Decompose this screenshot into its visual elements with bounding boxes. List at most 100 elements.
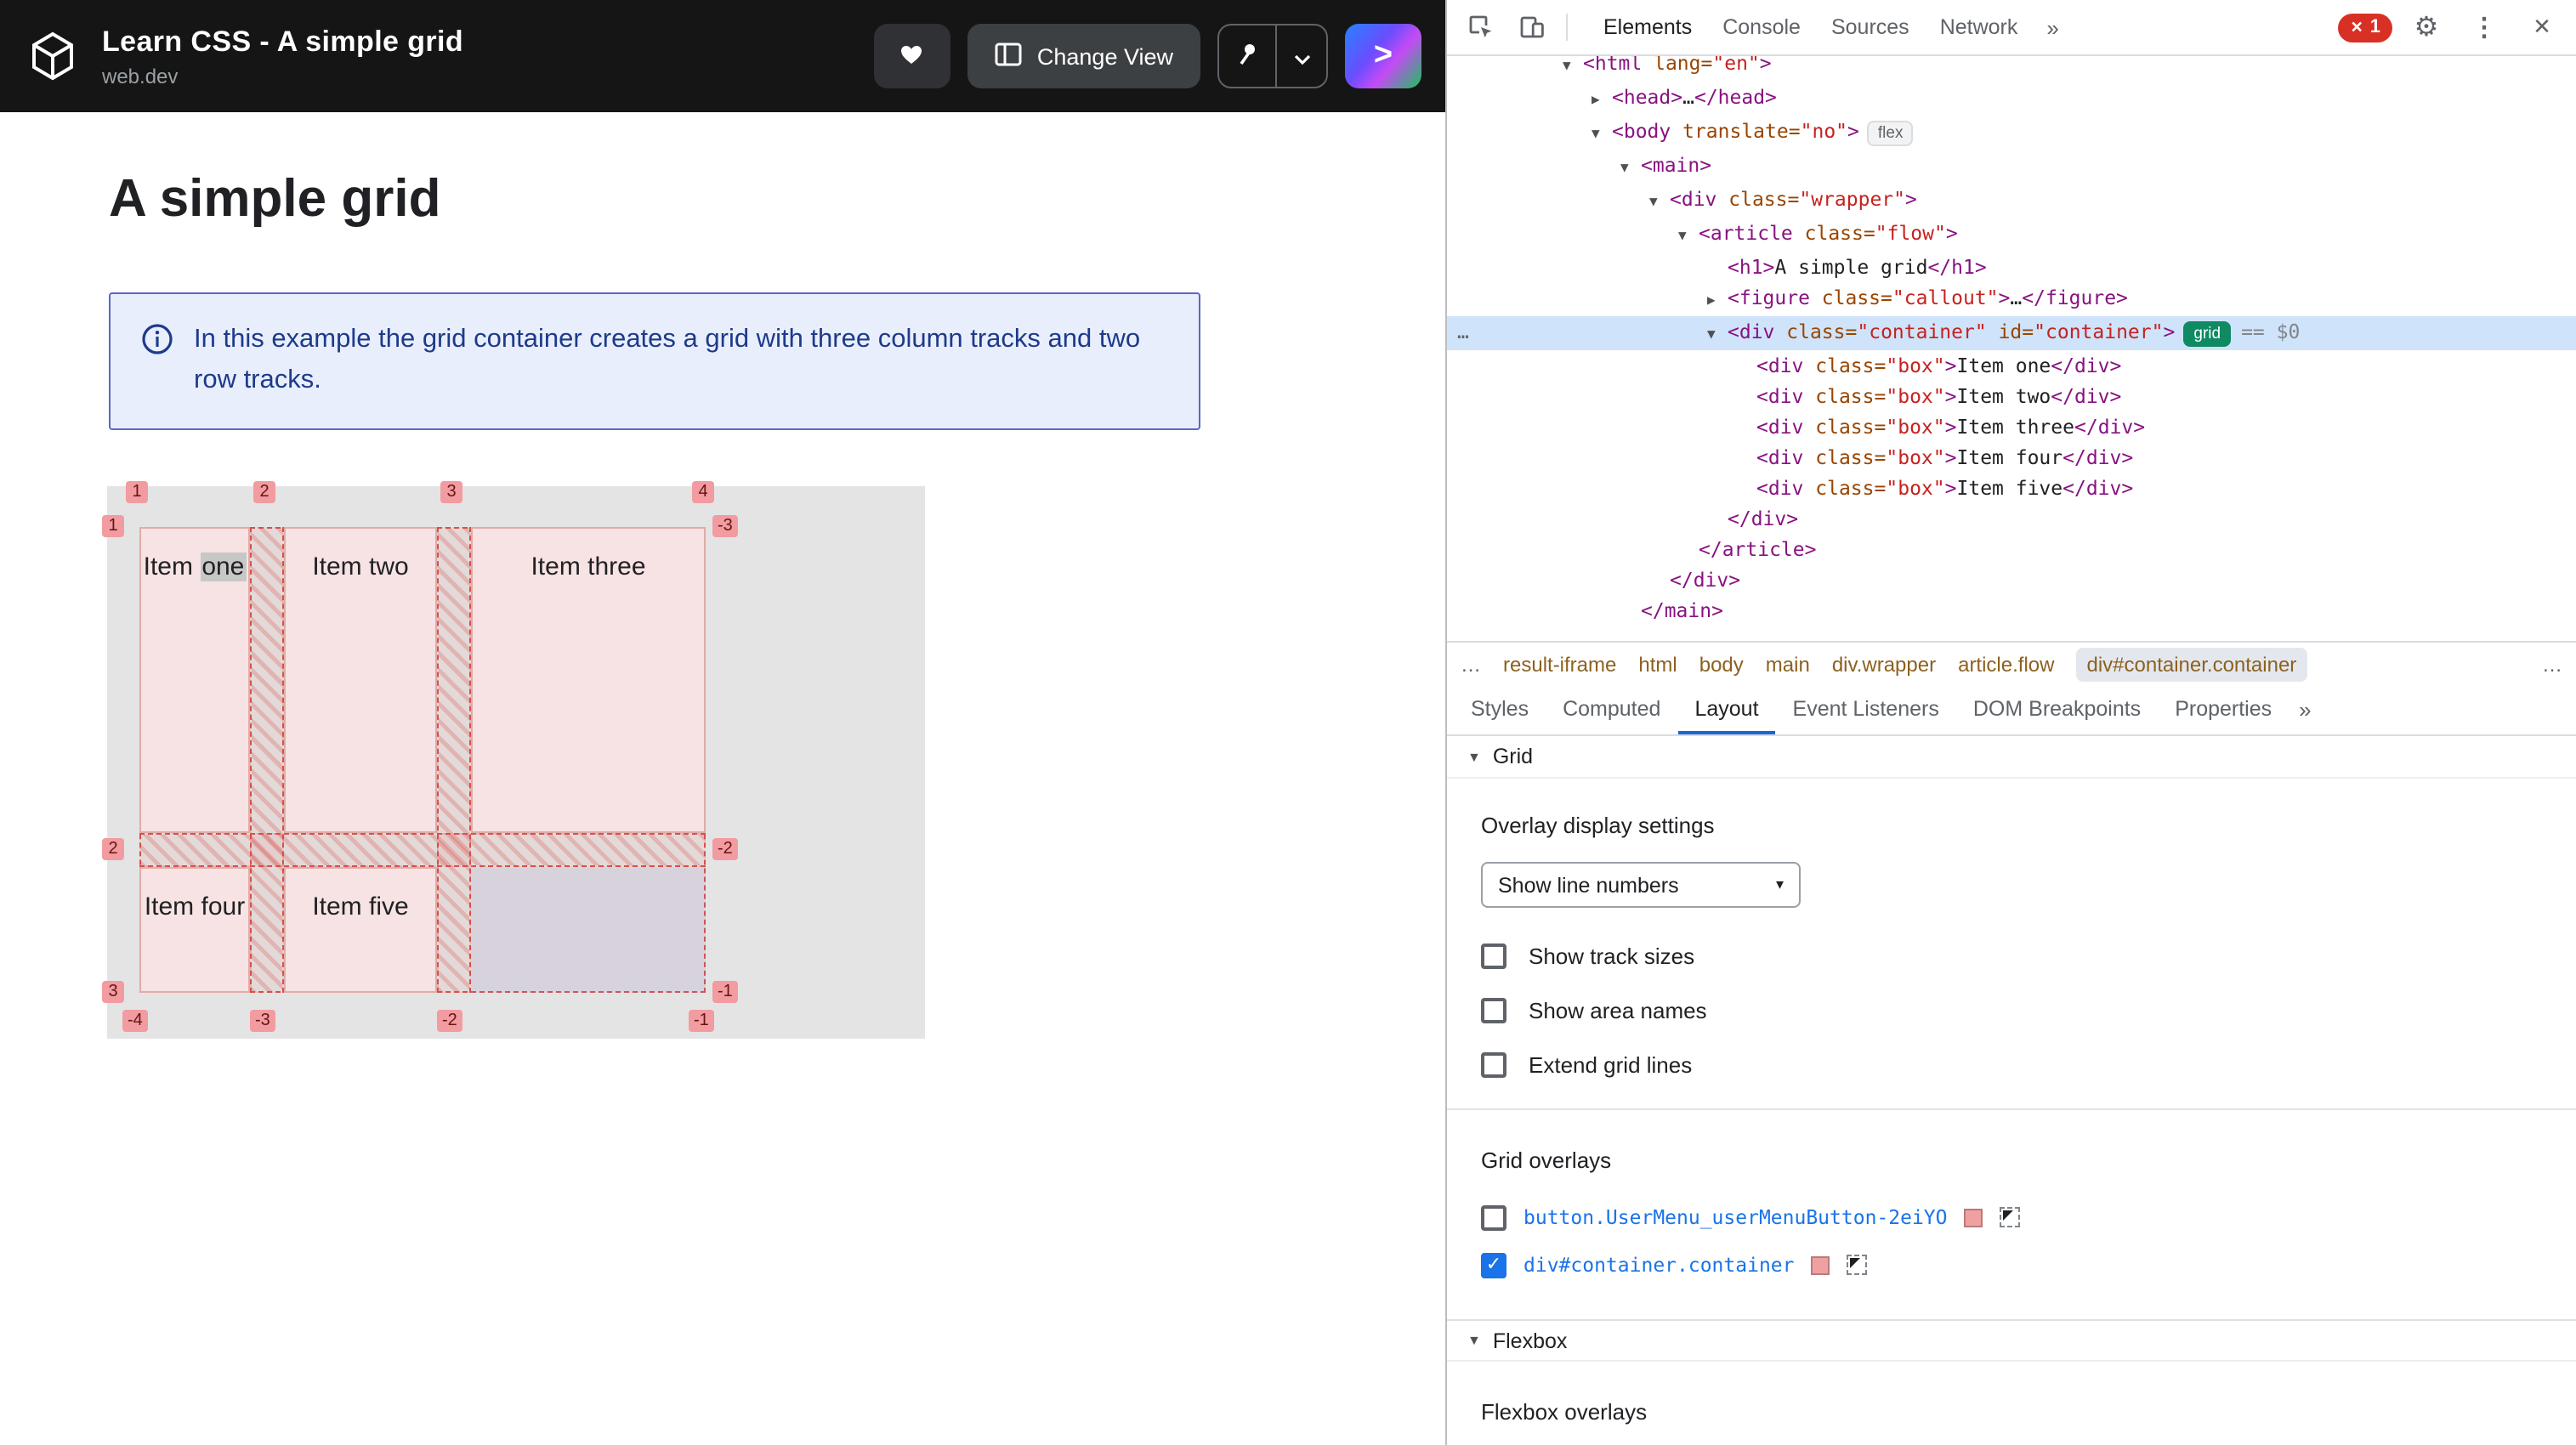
tree-node[interactable]: <div class="box">Item one</div> — [1447, 350, 2576, 381]
inspect-element-icon[interactable] — [1457, 5, 1505, 49]
code-token: Item one — [1956, 354, 2051, 377]
breadcrumb-overflow[interactable]: … — [1461, 652, 1481, 676]
pin-menu-button[interactable] — [1275, 26, 1326, 87]
tree-node[interactable]: </div> — [1447, 503, 2576, 534]
more-tabs-icon[interactable]: » — [2036, 14, 2068, 40]
tree-node[interactable]: ▶ <figure class="callout">…</figure> — [1447, 282, 2576, 316]
tree-node[interactable]: ▼ <div class="wrapper"> — [1447, 184, 2576, 218]
tree-node[interactable]: ▼ <main> — [1447, 150, 2576, 184]
site-name[interactable]: web.dev — [102, 64, 463, 88]
devtools-tab-elements[interactable]: Elements — [1588, 0, 1707, 55]
code-token: = — [1874, 445, 1887, 469]
code-token: class — [1803, 415, 1875, 439]
checkbox-unchecked[interactable] — [1481, 943, 1506, 968]
code-token: class — [1792, 221, 1864, 245]
code-token: </div> — [2063, 445, 2134, 469]
favorite-button[interactable] — [873, 24, 950, 88]
grid-section-header[interactable]: ▼ Grid — [1447, 736, 2576, 779]
tab-event-listeners[interactable]: Event Listeners — [1776, 685, 1956, 734]
code-token: </figure> — [2022, 286, 2128, 309]
tree-node[interactable]: ▼ <body translate="no"> flex — [1447, 116, 2576, 150]
app-logo-button[interactable]: > — [1345, 24, 1421, 88]
change-view-button[interactable]: Change View — [967, 24, 1200, 88]
tab-layout[interactable]: Layout — [1677, 685, 1776, 734]
devtools-tab-sources[interactable]: Sources — [1816, 0, 1925, 55]
breadcrumb-item[interactable]: main — [1766, 652, 1810, 676]
chevron-down-icon — [1293, 43, 1310, 69]
node-menu-dots-icon[interactable]: … — [1457, 316, 1471, 347]
twisty-open-icon[interactable]: ▼ — [1707, 320, 1728, 350]
grid-item: Item one — [139, 527, 250, 833]
code-token: </div> — [2051, 354, 2122, 377]
tree-node[interactable]: </main> — [1447, 595, 2576, 626]
webdev-logo-icon[interactable] — [24, 27, 82, 85]
grid-line-number: -4 — [122, 1010, 148, 1032]
breadcrumb-item[interactable]: div#container.container — [2076, 647, 2307, 681]
breadcrumb-item[interactable]: html — [1638, 652, 1677, 676]
tree-node[interactable]: <div class="box">Item five</div> — [1447, 473, 2576, 503]
breadcrumb-item[interactable]: article.flow — [1958, 652, 2054, 676]
dropdown-arrow-icon: ▾ — [1775, 876, 1784, 892]
code-token: > — [1944, 476, 1957, 500]
checkbox-label[interactable]: Extend grid lines — [1529, 1051, 1692, 1077]
code-token: = — [1874, 476, 1887, 500]
overlay-element-link[interactable]: button.UserMenu_userMenuButton-2eiYO — [1523, 1205, 1948, 1229]
tab-dom-breakpoints[interactable]: DOM Breakpoints — [1956, 685, 2158, 734]
breadcrumb-item[interactable]: div.wrapper — [1832, 652, 1936, 676]
tree-node[interactable]: ▼ <article class="flow"> — [1447, 218, 2576, 252]
tree-node[interactable]: ▶ <head>…</head> — [1447, 82, 2576, 116]
tree-node[interactable]: <div class="box">Item two</div> — [1447, 381, 2576, 411]
twisty-open-icon[interactable]: ▼ — [1678, 221, 1699, 252]
tree-node[interactable]: ▼ <html lang="en"> — [1447, 56, 2576, 82]
overlay-color-swatch[interactable] — [1964, 1208, 1983, 1227]
twisty-closed-icon[interactable]: ▶ — [1592, 85, 1612, 116]
grid-line-number: 1 — [102, 515, 124, 537]
tab-properties[interactable]: Properties — [2158, 685, 2289, 734]
code-token: <figure — [1728, 286, 1810, 309]
element-picker-icon[interactable] — [1847, 1255, 1868, 1275]
twisty-open-icon[interactable]: ▼ — [1592, 119, 1612, 150]
twisty-open-icon[interactable]: ▼ — [1649, 187, 1670, 218]
twisty-closed-icon[interactable]: ▶ — [1707, 286, 1728, 316]
overlay-element-link[interactable]: div#container.container — [1523, 1253, 1795, 1277]
tree-node[interactable]: <h1>A simple grid</h1> — [1447, 252, 2576, 282]
info-callout: In this example the grid container creat… — [109, 292, 1200, 430]
tree-node[interactable]: </div> — [1447, 564, 2576, 595]
checkbox-label[interactable]: Show area names — [1529, 997, 1707, 1023]
tree-node[interactable]: <div class="box">Item three</div> — [1447, 411, 2576, 442]
flexbox-section-header[interactable]: ▼ Flexbox — [1447, 1319, 2576, 1362]
tree-node[interactable]: … ▼ <div class="container" id="container">… — [1447, 316, 2576, 350]
breadcrumb-item[interactable]: body — [1699, 652, 1744, 676]
checkbox-unchecked[interactable] — [1481, 1051, 1506, 1077]
element-picker-icon[interactable] — [2000, 1207, 2021, 1227]
checkbox-unchecked[interactable] — [1481, 1204, 1506, 1230]
pin-button[interactable] — [1219, 26, 1275, 87]
code-token: class — [1803, 354, 1875, 377]
more-panel-tabs-icon[interactable]: » — [2289, 685, 2321, 734]
flex-badge[interactable]: flex — [1867, 121, 1914, 146]
checkbox-checked[interactable]: ✓ — [1481, 1252, 1506, 1278]
tree-node[interactable]: <div class="box">Item four</div> — [1447, 442, 2576, 473]
tree-node[interactable]: </article> — [1447, 534, 2576, 564]
breadcrumb-item[interactable]: result-iframe — [1503, 652, 1616, 676]
error-badge[interactable]: ✕ 1 — [2338, 13, 2392, 42]
twisty-open-icon[interactable]: ▼ — [1563, 56, 1583, 82]
callout-text: In this example the grid container creat… — [194, 325, 1141, 394]
tab-computed[interactable]: Computed — [1546, 685, 1677, 734]
devtools-tab-network[interactable]: Network — [1925, 0, 2034, 55]
breadcrumb-overflow-right[interactable]: … — [2542, 652, 2562, 676]
devtools-tab-console[interactable]: Console — [1707, 0, 1816, 55]
line-numbers-select[interactable]: Show line numbers ▾ — [1481, 862, 1801, 908]
grid-line-number: -1 — [689, 1010, 714, 1032]
close-devtools-icon[interactable]: ✕ — [2518, 5, 2566, 49]
tab-styles[interactable]: Styles — [1454, 685, 1546, 734]
checkbox-unchecked[interactable] — [1481, 997, 1506, 1023]
checkbox-label[interactable]: Show track sizes — [1529, 943, 1694, 968]
settings-gear-icon[interactable]: ⚙ — [2403, 5, 2450, 49]
twisty-open-icon[interactable]: ▼ — [1620, 153, 1641, 184]
overlay-color-swatch[interactable] — [1811, 1255, 1830, 1274]
kebab-menu-icon[interactable]: ⋮ — [2460, 5, 2508, 49]
code-token: "container" — [1857, 320, 1987, 343]
grid-badge[interactable]: grid — [2183, 321, 2232, 347]
device-toolbar-icon[interactable] — [1508, 5, 1556, 49]
